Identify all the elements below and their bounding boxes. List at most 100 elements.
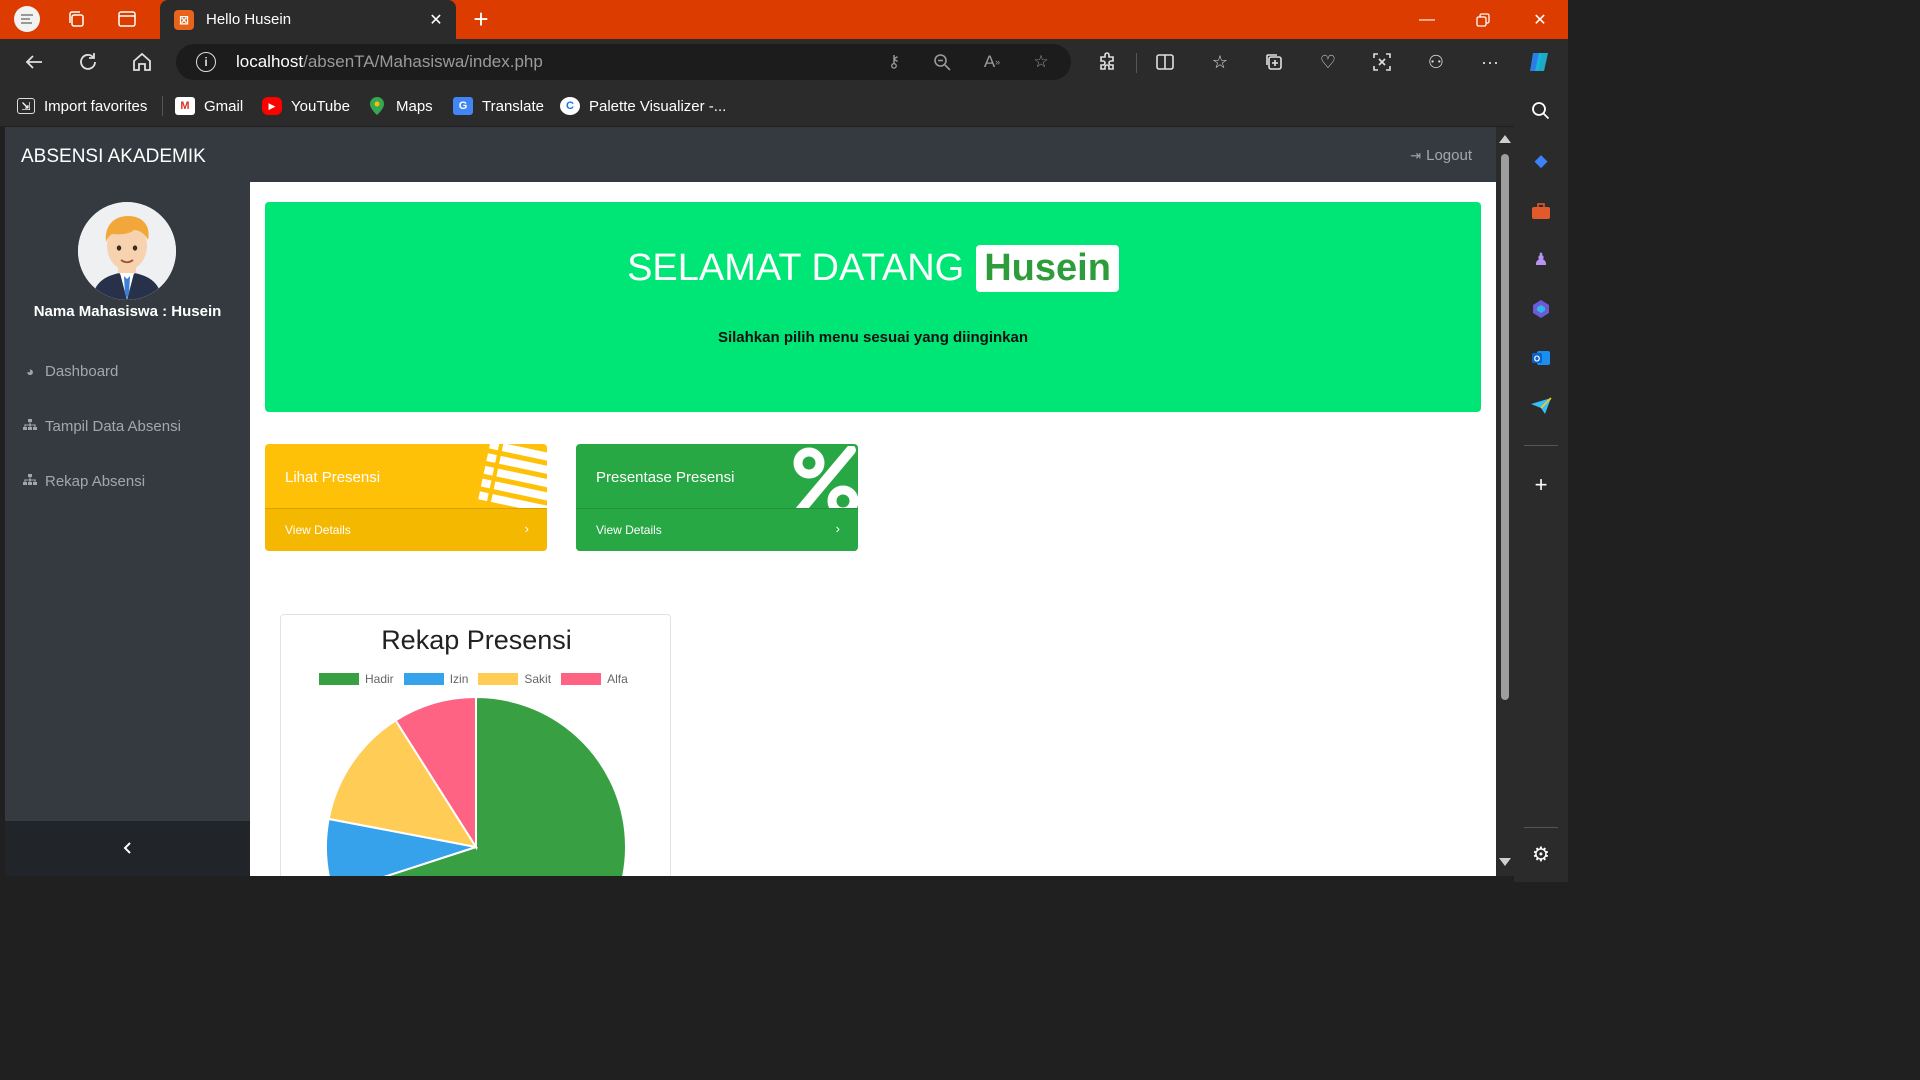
home-icon[interactable] bbox=[126, 46, 158, 78]
bookmark-label: Gmail bbox=[204, 97, 244, 115]
favorites-icon[interactable]: ☆ bbox=[1205, 47, 1235, 77]
scrollbar-thumb[interactable] bbox=[1501, 154, 1509, 700]
sidebar-item-tampil-data-absensi[interactable]: Tampil Data Absensi bbox=[22, 415, 181, 437]
browser-title-bar: ⊠ Hello Husein ✕ + — ✕ bbox=[0, 0, 1568, 39]
chevron-left-icon bbox=[123, 841, 133, 857]
legend-item-sakit[interactable]: Sakit bbox=[478, 672, 551, 686]
scroll-up-arrow-icon[interactable] bbox=[1499, 135, 1511, 143]
card-footer[interactable]: View Details › bbox=[265, 508, 547, 551]
palette-icon: C bbox=[560, 97, 580, 115]
card-presentase-presensi[interactable]: Presentase Presensi View Details › bbox=[576, 444, 858, 551]
sidebar-divider bbox=[1524, 827, 1558, 828]
refresh-icon[interactable] bbox=[72, 46, 104, 78]
sitemap-icon bbox=[22, 418, 38, 434]
new-tab-button[interactable]: + bbox=[466, 4, 496, 34]
legend-item-alfa[interactable]: Alfa bbox=[561, 672, 628, 686]
legend-label: Alfa bbox=[607, 672, 628, 686]
sidebar-item-label: Rekap Absensi bbox=[45, 472, 146, 490]
back-arrow-icon[interactable] bbox=[18, 46, 50, 78]
card-lihat-presensi[interactable]: Lihat Presensi View Details › bbox=[265, 444, 547, 551]
legend-swatch bbox=[403, 673, 444, 685]
chart-legend: Hadir Izin Sakit Alfa bbox=[319, 671, 638, 687]
svg-text:O: O bbox=[1534, 355, 1540, 364]
chart-title: Rekap Presensi bbox=[381, 625, 572, 655]
card-footer[interactable]: View Details › bbox=[576, 508, 858, 551]
bookmark-import-favorites[interactable]: ⇲ Import favorites bbox=[17, 95, 147, 117]
page-scrollbar[interactable] bbox=[1496, 127, 1514, 876]
sidebar-item-rekap-absensi[interactable]: Rekap Absensi bbox=[22, 470, 145, 492]
list-icon bbox=[473, 444, 547, 515]
legend-item-hadir[interactable]: Hadir bbox=[319, 672, 394, 686]
search-icon[interactable] bbox=[1527, 97, 1555, 125]
workspaces-icon[interactable] bbox=[61, 4, 91, 34]
sidebar-item-label: Dashboard bbox=[45, 362, 119, 380]
bookmark-separator bbox=[162, 96, 163, 116]
bookmark-maps[interactable]: Maps bbox=[367, 95, 433, 117]
view-details-link[interactable]: View Details bbox=[285, 523, 351, 537]
scroll-down-arrow-icon[interactable] bbox=[1499, 858, 1511, 866]
xampp-favicon-icon: ⊠ bbox=[174, 9, 194, 30]
page-viewport: ABSENSI AKADEMIK ⇥ Logout Nama Mahasiswa… bbox=[5, 127, 1496, 876]
rekap-presensi-chart-card: Rekap Presensi Hadir Izin Sakit Alfa bbox=[280, 614, 671, 876]
shopping-tag-icon[interactable]: ◆ bbox=[1527, 147, 1555, 175]
settings-gear-icon[interactable]: ⚙ bbox=[1527, 840, 1555, 868]
send-telegram-icon[interactable] bbox=[1527, 392, 1555, 420]
bookmark-youtube[interactable]: ▶ YouTube bbox=[262, 95, 350, 117]
split-screen-icon[interactable] bbox=[1150, 47, 1180, 77]
minimize-button[interactable]: — bbox=[1399, 0, 1455, 39]
import-icon: ⇲ bbox=[17, 98, 35, 114]
site-info-icon[interactable]: i bbox=[196, 52, 216, 72]
password-key-icon[interactable]: ⚷ bbox=[882, 50, 906, 74]
legend-item-izin[interactable]: Izin bbox=[403, 672, 468, 686]
chevron-right-icon: › bbox=[835, 521, 840, 536]
welcome-title: SELAMAT DATANG Husein bbox=[265, 245, 1481, 292]
legend-label: Sakit bbox=[524, 672, 552, 686]
welcome-banner: SELAMAT DATANG Husein Silahkan pilih men… bbox=[265, 202, 1481, 412]
dashboard-icon: ◕ bbox=[26, 363, 34, 379]
pie-chart bbox=[325, 695, 627, 876]
url-text[interactable]: localhost/absenTA/Mahasiswa/index.php bbox=[236, 52, 543, 72]
welcome-user-name: Husein bbox=[976, 245, 1119, 292]
browser-tab-active[interactable]: ⊠ Hello Husein ✕ bbox=[160, 0, 456, 39]
sidebar-item-label: Tampil Data Absensi bbox=[45, 417, 181, 435]
read-aloud-icon[interactable]: A» bbox=[980, 50, 1004, 74]
feedback-icon[interactable]: ⚇ bbox=[1421, 47, 1451, 77]
favorite-star-icon[interactable]: ☆ bbox=[1029, 50, 1053, 74]
zoom-out-icon[interactable] bbox=[930, 50, 954, 74]
tab-actions-icon[interactable] bbox=[112, 4, 142, 34]
sitemap-icon bbox=[22, 473, 38, 489]
app-sidebar: Nama Mahasiswa : Husein ◕ Dashboard Tamp… bbox=[5, 182, 250, 876]
collections-icon[interactable] bbox=[1259, 47, 1289, 77]
games-icon[interactable]: ♟ bbox=[1527, 246, 1555, 274]
card-title: Lihat Presensi bbox=[285, 469, 381, 486]
legend-swatch bbox=[561, 673, 602, 685]
app-brand[interactable]: ABSENSI AKADEMIK bbox=[21, 146, 206, 168]
more-options-icon[interactable]: ··· bbox=[1475, 47, 1505, 77]
restore-button[interactable] bbox=[1455, 0, 1511, 39]
avatar bbox=[78, 202, 176, 300]
close-window-button[interactable]: ✕ bbox=[1512, 0, 1568, 39]
legend-swatch bbox=[319, 673, 359, 685]
outlook-icon[interactable]: O bbox=[1527, 344, 1555, 372]
add-icon[interactable]: + bbox=[1527, 471, 1555, 499]
sidebar-item-dashboard[interactable]: ◕ Dashboard bbox=[22, 360, 118, 382]
tools-briefcase-icon[interactable] bbox=[1527, 197, 1555, 225]
bookmark-label: Import favorites bbox=[44, 97, 148, 115]
sign-out-icon: ⇥ bbox=[1410, 147, 1422, 163]
bookmark-palette-visualizer[interactable]: C Palette Visualizer -... bbox=[560, 95, 726, 117]
address-bar[interactable]: i localhost/absenTA/Mahasiswa/index.php … bbox=[176, 44, 1071, 80]
bookmark-label: YouTube bbox=[291, 97, 350, 115]
browser-essentials-icon[interactable]: ♡ bbox=[1313, 47, 1343, 77]
microsoft-365-icon[interactable] bbox=[1527, 295, 1555, 323]
view-details-link[interactable]: View Details bbox=[596, 523, 662, 537]
logout-link[interactable]: ⇥ Logout bbox=[1410, 147, 1472, 164]
bookmark-translate[interactable]: G Translate bbox=[453, 95, 544, 117]
bookmark-gmail[interactable]: M Gmail bbox=[175, 95, 243, 117]
profile-avatar-icon[interactable] bbox=[12, 4, 42, 34]
screenshot-icon[interactable] bbox=[1367, 47, 1397, 77]
extensions-icon[interactable] bbox=[1092, 47, 1122, 77]
sidebar-collapse-button[interactable] bbox=[5, 821, 250, 876]
copilot-icon[interactable] bbox=[1525, 47, 1555, 77]
close-tab-icon[interactable]: ✕ bbox=[424, 8, 448, 32]
favorites-bar: ⇲ Import favorites M Gmail ▶ YouTube Map… bbox=[0, 85, 1568, 126]
